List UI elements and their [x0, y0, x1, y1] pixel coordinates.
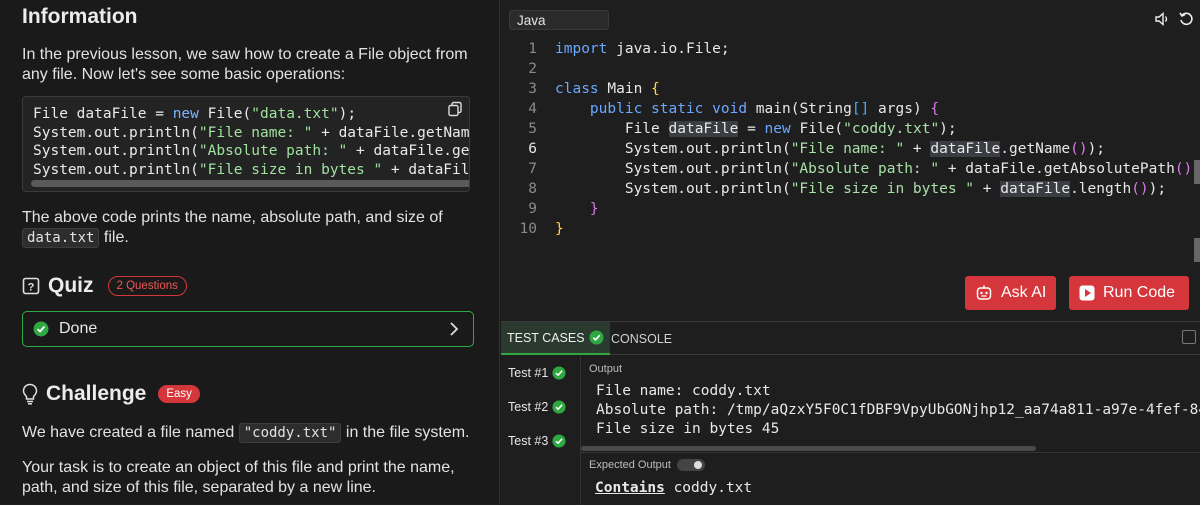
- challenge-header: Challenge Easy: [22, 380, 200, 408]
- chevron-right-icon: [450, 322, 459, 336]
- summary-paragraph: The above code prints the name, absolute…: [22, 209, 443, 248]
- robot-icon: [976, 285, 992, 300]
- copy-icon[interactable]: [447, 101, 463, 117]
- tab-console[interactable]: CONSOLE: [605, 322, 678, 355]
- check-circle-icon: [589, 330, 604, 345]
- output-label: Output: [589, 363, 623, 375]
- editor-line-1: import java.io.File;: [555, 41, 730, 57]
- challenge-title: Challenge: [46, 382, 147, 405]
- code-snippet-text: File dataFile = new File("data.txt"); Sy…: [33, 105, 470, 179]
- editor-toolbar: [1154, 11, 1194, 27]
- play-icon: [1079, 285, 1095, 301]
- line-number: 6: [528, 141, 537, 157]
- panel-collapse-icon[interactable]: [1182, 330, 1196, 344]
- information-heading: Information: [22, 5, 138, 28]
- test-case-list: Test #1 Test #2 Test #3: [501, 356, 581, 505]
- quiz-done-button[interactable]: Done: [22, 311, 474, 347]
- speaker-icon[interactable]: [1154, 11, 1170, 27]
- editor-line-5: File dataFile = new File("coddy.txt");: [555, 121, 957, 137]
- quiz-icon: ?: [22, 277, 40, 295]
- line-number: 5: [528, 121, 537, 137]
- line-number: 2: [528, 61, 537, 77]
- output-scrollbar[interactable]: [581, 446, 1036, 451]
- line-number: 1: [528, 41, 537, 57]
- check-circle-icon: [552, 366, 566, 380]
- difficulty-badge: Easy: [158, 385, 200, 403]
- test-case-item[interactable]: Test #3: [508, 434, 566, 448]
- editor-line-4: public static void main(String[] args) {: [589, 101, 940, 117]
- language-select[interactable]: Java: [509, 10, 609, 30]
- expected-output-header: Expected Output: [589, 459, 705, 471]
- line-number: 8: [528, 181, 537, 197]
- challenge-paragraph-2: Your task is to create an object of this…: [22, 459, 455, 496]
- quiz-header: ? Quiz 2 Questions: [22, 272, 187, 300]
- test-case-item[interactable]: Test #2: [508, 400, 566, 414]
- intro-paragraph: In the previous lesson, we saw how to cr…: [22, 46, 468, 83]
- line-number: 3: [528, 81, 537, 97]
- bottom-tabbar: TEST CASES CONSOLE: [501, 321, 1200, 355]
- line-number: 4: [528, 101, 537, 117]
- expected-output-text: Contains coddy.txt: [595, 480, 753, 496]
- ide-panel: Java 1 2 3 4 5 6 7 8 9 10 import java.io…: [501, 0, 1200, 505]
- code-line-1: File dataFile = new File("data.txt");: [33, 106, 357, 122]
- editor-line-7: System.out.println("Absolute path: " + d…: [555, 161, 1200, 177]
- check-circle-icon: [552, 400, 566, 414]
- editor-scroll-marker[interactable]: [1194, 160, 1200, 184]
- editor-line-3: class Main {: [555, 81, 660, 97]
- line-number: 10: [519, 221, 537, 237]
- lightbulb-icon: [22, 383, 38, 405]
- code-editor[interactable]: 1 2 3 4 5 6 7 8 9 10 import java.io.File…: [501, 40, 1200, 262]
- check-circle-icon: [552, 434, 566, 448]
- run-code-button[interactable]: Run Code: [1069, 276, 1189, 310]
- ask-ai-button[interactable]: Ask AI: [965, 276, 1057, 310]
- line-number: 9: [528, 201, 537, 217]
- output-text: File name: coddy.txt Absolute path: /tmp…: [596, 383, 1200, 437]
- code-line-3: System.out.println("Absolute path: " + d…: [33, 143, 470, 159]
- code-line-2: System.out.println("File name: " + dataF…: [33, 124, 470, 141]
- editor-line-9: }: [589, 201, 599, 217]
- run-code-label: Run Code: [1103, 284, 1176, 301]
- line-number: 7: [528, 161, 537, 177]
- check-circle-icon: [33, 321, 49, 337]
- editor-scroll-marker[interactable]: [1194, 238, 1200, 262]
- code-line-4: System.out.println("File size in bytes "…: [33, 161, 470, 178]
- tab-test-cases[interactable]: TEST CASES: [501, 322, 610, 355]
- editor-line-8: System.out.println("File size in bytes "…: [555, 181, 1167, 197]
- challenge-paragraph-1: We have created a file named "coddy.txt"…: [22, 423, 470, 443]
- ask-ai-label: Ask AI: [1001, 284, 1047, 301]
- test-case-item[interactable]: Test #1: [508, 366, 566, 380]
- expected-output-toggle[interactable]: [676, 459, 705, 471]
- editor-line-10: }: [555, 221, 564, 237]
- reset-icon[interactable]: [1178, 11, 1194, 27]
- quiz-status-label: Done: [59, 320, 98, 337]
- quiz-count-badge: 2 Questions: [107, 276, 187, 296]
- editor-line-6: System.out.println("File name: " + dataF…: [555, 141, 1106, 157]
- code-snippet: File dataFile = new File("data.txt"); Sy…: [22, 96, 470, 192]
- quiz-title: Quiz: [48, 274, 94, 297]
- expected-output-area: Expected Output Contains coddy.txt: [581, 452, 1200, 505]
- lesson-panel: Information In the previous lesson, we s…: [0, 0, 500, 505]
- svg-text:?: ?: [28, 282, 35, 294]
- code-scrollbar[interactable]: [31, 180, 469, 187]
